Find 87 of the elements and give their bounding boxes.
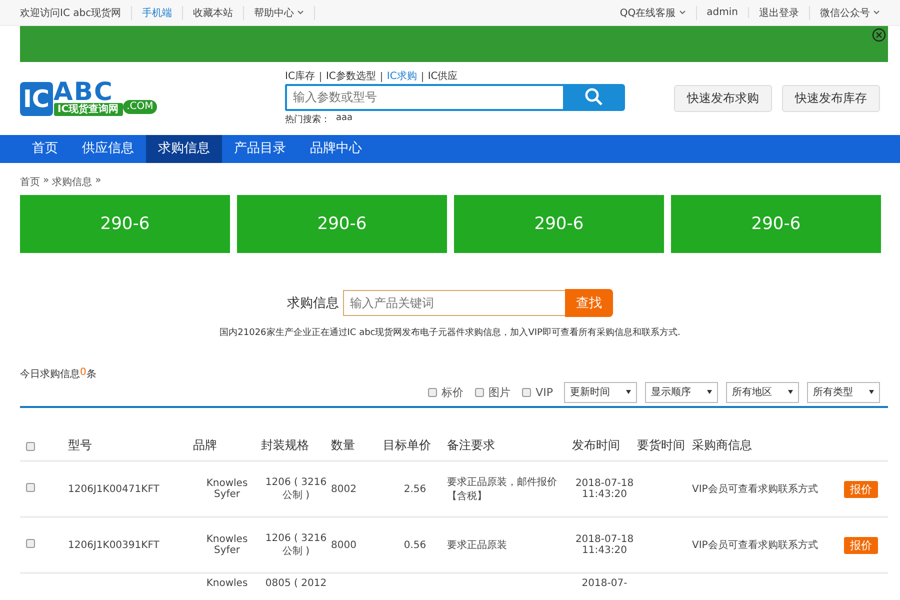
package-cell: 1206 ( 3216 公制 ) — [261, 517, 331, 573]
nav-item[interactable]: 品牌中心 — [298, 135, 374, 163]
search-tab[interactable]: IC参数选型 — [320, 72, 381, 82]
column-header: 采购商信息 — [692, 408, 844, 461]
buyer-cell: VIP会员可查看求购联系方式 — [692, 461, 844, 517]
filter-select[interactable]: 显示顺序 — [645, 382, 718, 402]
caret-icon — [873, 10, 880, 15]
top-bar-link[interactable]: 退出登录 — [749, 6, 810, 20]
today-unit: 条 — [86, 368, 96, 381]
column-header: 封装规格 — [261, 408, 331, 461]
caret-icon — [678, 10, 686, 15]
today-count: 0 — [80, 367, 86, 380]
close-icon[interactable] — [872, 28, 886, 42]
breadcrumb-separator: » — [43, 175, 50, 188]
logo-domain: .COM — [122, 100, 158, 114]
note-cell: 要求正品原装，邮件报价【含税】 — [447, 461, 572, 517]
posted-cell: 2018-07-18 11:43:20 — [572, 517, 637, 573]
top-bar-link[interactable]: 帮助中心 — [244, 6, 316, 20]
buyer-cell: VIP会员可查看求购联系方式 — [692, 517, 844, 573]
checkbox-label: VIP — [536, 386, 553, 398]
top-bar-link[interactable]: admin — [696, 7, 749, 18]
search-label: 求购信息 — [287, 295, 339, 312]
publish-button[interactable]: 快速发布库存 — [782, 85, 880, 112]
breadcrumb-link[interactable]: 首页 — [20, 175, 40, 189]
checkbox-label: 标价 — [442, 384, 464, 400]
keyword-field[interactable]: 输入产品关键词 — [343, 290, 565, 316]
top-bar-link[interactable]: 欢迎访问IC abc现货网 — [20, 6, 132, 20]
select-all-checkbox[interactable] — [26, 442, 35, 451]
breadcrumb-separator: » — [95, 175, 102, 188]
quantity-cell: 8002 — [331, 461, 383, 517]
logo-mark: IC — [20, 82, 53, 116]
nav-item[interactable]: 首页 — [20, 135, 70, 163]
search-tab[interactable]: IC供应 — [422, 72, 463, 82]
search-button[interactable] — [563, 84, 625, 110]
posted-cell: 2018-07- — [572, 573, 637, 598]
search-tab[interactable]: IC库存 — [285, 72, 320, 82]
top-bar-link[interactable]: 收藏本站 — [183, 6, 244, 20]
column-header: 备注要求 — [447, 408, 572, 461]
dropdown-arrow-icon — [707, 390, 712, 394]
top-bar-link[interactable]: 手机端 — [132, 6, 184, 20]
filter-select[interactable]: 所有地区 — [726, 382, 799, 402]
breadcrumb-link[interactable]: 求购信息 — [52, 175, 92, 189]
nav-item[interactable]: 供应信息 — [70, 135, 146, 163]
dropdown-arrow-icon — [869, 390, 874, 394]
notice-text: 国内21026家生产企业正在通过IC abc现货网发布电子元器件求购信息，加入VIP即可查看所有采购信息和联系方式. — [218, 326, 682, 339]
hot-search-label: 热门搜索： — [285, 114, 330, 126]
checkbox[interactable] — [474, 388, 484, 396]
top-bar-link[interactable]: 微信公众号 — [810, 6, 880, 20]
today-label: 今日求购信息 — [20, 368, 80, 381]
posted-cell: 2018-07-18 11:43:20 — [572, 461, 637, 517]
top-bar-link[interactable]: QQ在线客服 — [620, 6, 697, 20]
search-tab[interactable]: IC求购 — [380, 72, 422, 82]
column-header: 发布时间 — [572, 408, 637, 461]
column-header: 目标单价 — [383, 408, 447, 461]
logo-slogan: IC现货查询网 — [54, 103, 123, 116]
model-cell: 1206J1K00391KFT — [68, 517, 193, 573]
quantity-cell: 8000 — [331, 517, 383, 573]
column-header: 要货时间 — [637, 408, 692, 461]
row-checkbox[interactable] — [26, 539, 35, 548]
nav-item[interactable]: 求购信息 — [146, 135, 222, 163]
nav-item[interactable]: 产品目录 — [222, 135, 298, 163]
column-header: 品牌 — [193, 408, 261, 461]
caret-icon — [297, 10, 304, 15]
brand-cell: Knowles Syfer — [193, 517, 261, 573]
dropdown-arrow-icon — [626, 390, 631, 394]
row-checkbox[interactable] — [26, 483, 35, 492]
brand-cell: Knowles Syfer — [193, 461, 261, 517]
filter-select[interactable]: 所有类型 — [807, 382, 880, 402]
model-cell: 1206J1K00471KFT — [68, 461, 193, 517]
logo-name: ABC — [54, 81, 114, 103]
dropdown-arrow-icon — [788, 390, 793, 394]
price-cell: 2.56 — [383, 461, 447, 517]
column-header: 数量 — [331, 408, 383, 461]
search-icon — [584, 87, 604, 107]
note-cell: 要求正品原装 — [447, 517, 572, 573]
package-cell: 0805 ( 2012 — [261, 573, 331, 598]
column-header: 型号 — [68, 408, 193, 461]
brand-cell: Knowles — [193, 573, 261, 598]
checkbox[interactable] — [522, 388, 531, 396]
checkbox-label: 图片 — [488, 384, 511, 400]
checkbox[interactable] — [428, 388, 437, 396]
publish-button[interactable]: 快速发布求购 — [674, 85, 772, 112]
package-cell: 1206 ( 3216 公制 ) — [261, 461, 331, 517]
search-field[interactable]: 输入参数或型号 — [285, 84, 563, 110]
filter-select[interactable]: 更新时间 — [564, 382, 637, 402]
hot-search-link[interactable]: aaa — [336, 112, 353, 126]
price-cell: 0.56 — [383, 517, 447, 573]
